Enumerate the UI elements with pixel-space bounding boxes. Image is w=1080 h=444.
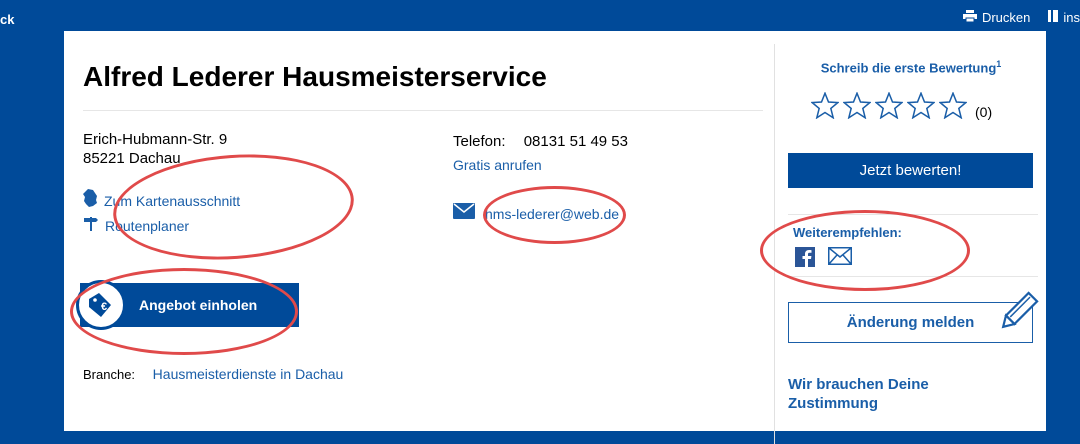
rate-button[interactable]: Jetzt bewerten! bbox=[788, 153, 1033, 188]
divider bbox=[788, 276, 1038, 277]
print-label: Drucken bbox=[981, 10, 1031, 25]
free-call-label: Gratis anrufen bbox=[453, 157, 542, 173]
facebook-icon[interactable] bbox=[795, 247, 815, 272]
divider bbox=[788, 214, 1038, 215]
mail-icon[interactable] bbox=[828, 247, 852, 272]
envelope-icon bbox=[453, 203, 475, 224]
topbar-left-text[interactable]: ck bbox=[0, 12, 14, 27]
phone-row: Telefon: 08131 51 49 53 bbox=[453, 133, 628, 150]
map-link-label: Zum Kartenausschnitt bbox=[104, 192, 241, 209]
route-link[interactable]: Routenplaner bbox=[83, 215, 189, 236]
star-icon[interactable] bbox=[938, 91, 968, 124]
address-street: Erich-Hubmann-Str. 9 bbox=[83, 131, 228, 148]
recommend-title: Weiterempfehlen: bbox=[793, 225, 902, 240]
rating-title[interactable]: Schreib die erste Bewertung1 bbox=[775, 59, 1047, 75]
bookmark-icon bbox=[1048, 10, 1059, 25]
branche-row: Branche: Hausmeisterdienste in Dachau bbox=[83, 366, 343, 382]
pencil-icon bbox=[996, 290, 1040, 339]
map-link[interactable]: Zum Kartenausschnitt bbox=[83, 189, 240, 212]
euro-tag-icon: € bbox=[76, 280, 126, 330]
sidebar: Schreib die erste Bewertung1 (0) Jetzt b… bbox=[774, 44, 1047, 444]
main-column: Alfred Lederer Hausmeisterservice Erich-… bbox=[64, 31, 774, 431]
rating-footnote: 1 bbox=[996, 59, 1002, 69]
branche-link[interactable]: Hausmeisterdienste in Dachau bbox=[153, 366, 344, 382]
email-link[interactable]: hms-lederer@web.de bbox=[453, 203, 619, 224]
offer-button-label: Angebot einholen bbox=[139, 297, 258, 313]
address: Erich-Hubmann-Str. 9 85221 Dachau bbox=[83, 130, 227, 168]
insert-button[interactable]: ins bbox=[1048, 10, 1080, 25]
divider bbox=[83, 110, 763, 111]
map-region-icon bbox=[83, 189, 98, 212]
svg-text:€: € bbox=[101, 301, 107, 313]
insert-label: ins bbox=[1063, 10, 1080, 25]
star-icon[interactable] bbox=[842, 91, 872, 124]
free-call-link[interactable]: Gratis anrufen bbox=[453, 157, 542, 175]
email-address: hms-lederer@web.de bbox=[485, 205, 620, 222]
business-card: Alfred Lederer Hausmeisterservice Erich-… bbox=[64, 31, 1046, 444]
rating-title-text: Schreib die erste Bewertung bbox=[820, 60, 997, 76]
phone-label: Telefon: bbox=[453, 133, 506, 150]
route-link-label: Routenplaner bbox=[105, 217, 190, 234]
print-button[interactable]: Drucken bbox=[962, 10, 1031, 25]
consent-title: Wir brauchen Deine Zustimmung bbox=[788, 376, 929, 412]
rating-stars[interactable]: (0) bbox=[810, 91, 993, 124]
topbar-actions: Drucken ins bbox=[962, 10, 1080, 25]
page-title: Alfred Lederer Hausmeisterservice bbox=[83, 61, 547, 92]
phone-number[interactable]: 08131 51 49 53 bbox=[524, 133, 628, 150]
branche-label: Branche: bbox=[83, 367, 136, 382]
share-icons bbox=[795, 247, 852, 272]
offer-button[interactable]: € Angebot einholen bbox=[76, 280, 299, 330]
address-city: 85221 Dachau bbox=[83, 150, 181, 167]
star-icon[interactable] bbox=[810, 91, 840, 124]
star-icon[interactable] bbox=[906, 91, 936, 124]
signpost-icon bbox=[83, 215, 99, 236]
star-icon[interactable] bbox=[874, 91, 904, 124]
rating-count: (0) bbox=[975, 104, 993, 120]
printer-icon bbox=[962, 10, 977, 25]
